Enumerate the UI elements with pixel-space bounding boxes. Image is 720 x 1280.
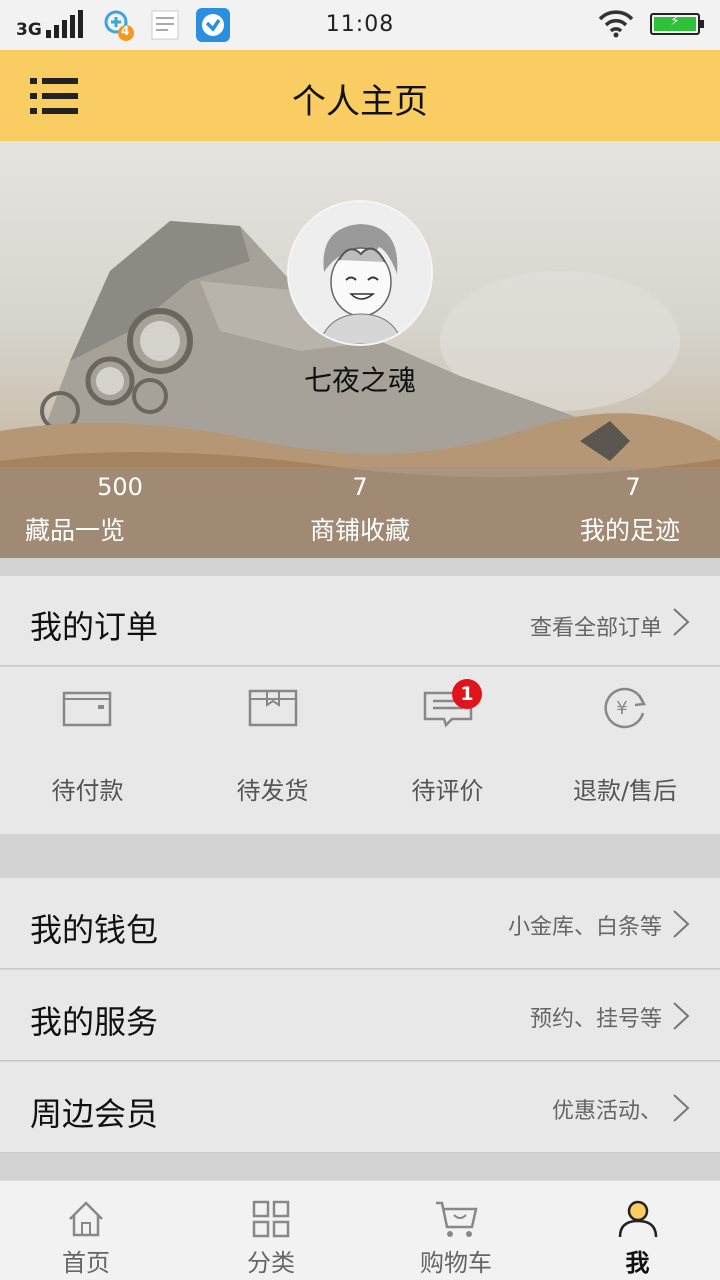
chevron-right-icon [673,608,690,636]
home-icon [69,1201,103,1237]
cart-icon [436,1201,478,1237]
chevron-right-icon [673,1002,690,1030]
chevron-right-icon [673,1094,690,1122]
tab-cart[interactable]: 购物车 [370,1181,542,1280]
view-all-orders-link[interactable]: 查看全部订单 [530,610,662,642]
status-bar: 3G 4 11:08 ⚡ [0,0,720,50]
user-icon [618,1200,657,1238]
orders-title: 我的订单 [30,608,159,646]
refund-icon: ¥ [604,687,647,729]
tab-me[interactable]: 我 [555,1181,720,1280]
grid-icon [252,1200,290,1238]
avatar[interactable] [287,200,433,346]
order-pending-shipment[interactable]: 待发货 [185,667,360,834]
stat-value: 7 [352,473,368,501]
notification-badge: 1 [452,679,482,709]
tab-home[interactable]: 首页 [0,1181,172,1280]
stat-collections[interactable]: 500 藏品一览 [0,467,240,558]
app-header: 个人主页 [0,50,720,141]
profile-banner: 七夜之魂 500 藏品一览 7 商铺收藏 7 我的足迹 [0,141,720,558]
stat-footprints[interactable]: 7 我的足迹 [480,467,720,558]
stat-value: 7 [625,473,641,501]
tab-label: 分类 [247,1249,295,1277]
username: 七夜之魂 [303,364,416,397]
anime-avatar-image [289,202,431,344]
tab-categories[interactable]: 分类 [185,1181,357,1280]
order-pending-review[interactable]: 1 待评价 [360,667,535,834]
wallet-icon [62,691,111,727]
tab-label: 我 [625,1249,650,1277]
stat-label: 商铺收藏 [309,516,410,545]
page-title: 个人主页 [292,82,428,122]
order-pending-payment[interactable]: 待付款 [0,667,175,834]
tab-label: 购物车 [420,1249,492,1277]
order-item-label: 退款/售后 [572,777,678,805]
order-item-label: 待发货 [236,777,309,805]
stat-label: 我的足迹 [579,516,680,545]
stat-label: 藏品一览 [24,516,125,545]
menu-row-hint: 优惠活动、 [551,1099,662,1124]
order-item-label: 待评价 [411,777,484,805]
order-status-grid: 待付款 待发货 1 待评价 ¥ 退款/售后 [0,667,720,834]
order-item-label: 待付款 [51,777,124,805]
chevron-right-icon [673,910,690,938]
menu-row-wallet[interactable]: 我的钱包 小金库、白条等 [0,878,720,969]
orders-header-row[interactable]: 我的订单 查看全部订单 [0,576,720,666]
tab-label: 首页 [62,1249,110,1277]
order-refund-aftersales[interactable]: ¥ 退款/售后 [535,667,715,834]
menu-row-hint: 小金库、白条等 [507,915,662,940]
battery-level: ⚡ [654,14,696,31]
menu-row-hint: 预约、挂号等 [529,1007,662,1032]
battery-icon: ⚡ [650,13,704,35]
svg-text:¥: ¥ [616,698,627,719]
stat-favorite-shops[interactable]: 7 商铺收藏 [240,467,480,558]
menu-row-title: 我的钱包 [30,911,159,949]
bottom-tab-bar: 首页 分类 购物车 我 [0,1180,720,1280]
package-icon [248,689,297,727]
menu-row-title: 我的服务 [30,1003,159,1041]
menu-row-services[interactable]: 我的服务 预约、挂号等 [0,970,720,1061]
wifi-icon [598,10,634,42]
menu-row-members[interactable]: 周边会员 优惠活动、 [0,1062,720,1153]
menu-row-title: 周边会员 [30,1095,159,1133]
profile-stats: 500 藏品一览 7 商铺收藏 7 我的足迹 [0,467,720,558]
stat-value: 500 [97,473,143,501]
